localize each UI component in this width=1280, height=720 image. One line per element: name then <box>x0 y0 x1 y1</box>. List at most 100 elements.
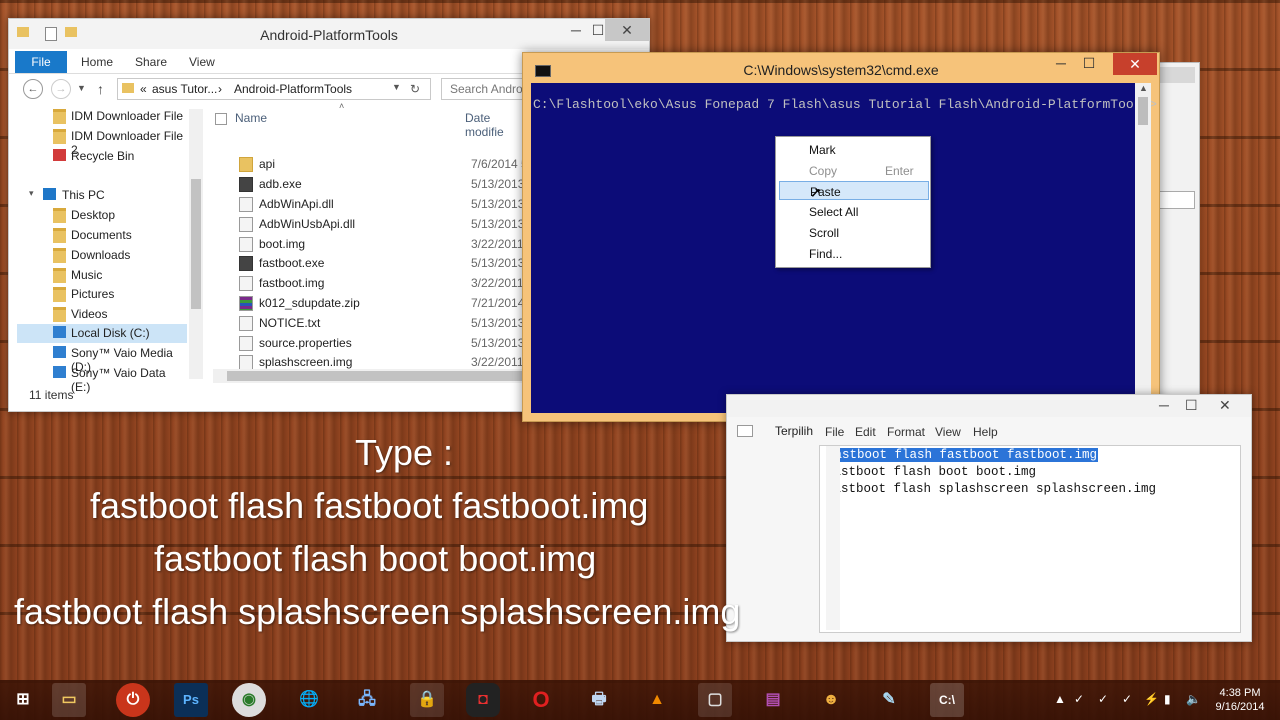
spy-icon[interactable]: ☻ <box>814 683 848 717</box>
address-overflow[interactable]: « <box>140 82 147 96</box>
address-crumb-tutorial[interactable]: asus Tutor... <box>152 82 217 96</box>
menu-item-mark[interactable]: Mark <box>779 140 927 159</box>
forward-arrow-icon[interactable]: → <box>51 79 71 99</box>
clock[interactable]: 4:38 PM 9/16/2014 <box>1208 686 1272 714</box>
nav-item-recycle-bin[interactable]: Recycle Bin <box>17 147 187 166</box>
file-row[interactable]: api 7/6/2014 5:5 <box>239 155 538 174</box>
minimize-button[interactable]: ─ <box>1159 397 1169 413</box>
nav-item-music[interactable]: Music <box>17 266 187 285</box>
cmd-icon[interactable]: C:\ <box>930 683 964 717</box>
nav-item-local-disk-c[interactable]: Local Disk (C:) <box>17 324 187 343</box>
checkbox-icon[interactable] <box>737 425 753 437</box>
power-plug-icon[interactable]: ⚡ <box>1144 692 1159 706</box>
scrollbar-thumb[interactable] <box>227 371 527 381</box>
address-crumb-current[interactable]: Android-PlatformTools <box>234 82 352 96</box>
file-row[interactable]: fastboot.img 3/22/2011 1 <box>239 274 534 293</box>
tray-icon[interactable]: ✓ <box>1098 692 1108 706</box>
show-hidden-icons[interactable]: ▲ <box>1054 692 1066 706</box>
notepad-text-area[interactable]: fastboot flash fastboot fastboot.img fas… <box>819 445 1241 633</box>
nav-item-this-pc[interactable]: ▾ This PC <box>17 186 187 205</box>
file-row[interactable]: AdbWinApi.dll 5/13/2013 1 <box>239 195 534 214</box>
globe-icon[interactable]: 🌐 <box>292 683 326 717</box>
nav-pane-scrollbar[interactable] <box>189 109 203 379</box>
folder-icon <box>53 268 66 283</box>
menu-item-copy[interactable]: Copy Enter <box>779 161 927 180</box>
nav-item-desktop[interactable]: Desktop <box>17 206 187 225</box>
close-button[interactable]: ✕ <box>1113 53 1157 75</box>
up-arrow-icon[interactable]: ↑ <box>97 81 104 97</box>
ribbon-tab-file[interactable]: File <box>15 51 67 73</box>
context-menu: Mark Copy Enter Paste ➚ Select All Scroll… <box>775 136 931 268</box>
opera-icon[interactable]: O <box>524 683 558 717</box>
power-icon[interactable]: ⏻ <box>116 683 150 717</box>
address-separator[interactable]: › <box>218 82 222 96</box>
menu-format[interactable]: Format <box>887 425 925 439</box>
recent-locations-icon[interactable]: ▼ <box>77 83 86 93</box>
menu-edit[interactable]: Edit <box>855 425 876 439</box>
file-explorer-icon[interactable]: ▭ <box>52 683 86 717</box>
nav-item-idm-downloader-file[interactable]: IDM Downloader File <box>17 107 187 126</box>
address-bar[interactable]: « asus Tutor... › Android-PlatformTools … <box>117 78 431 100</box>
lock-icon[interactable]: 🔒 <box>410 683 444 717</box>
vlc-icon[interactable]: ▲ <box>640 683 674 717</box>
close-button[interactable]: ✕ <box>1219 397 1231 414</box>
photoshop-icon[interactable]: Ps <box>174 683 208 717</box>
address-dropdown-icon[interactable]: ▼ <box>392 82 401 92</box>
refresh-icon[interactable]: ↻ <box>410 82 420 96</box>
scroll-up-icon[interactable]: ▲ <box>1139 83 1148 93</box>
background-dropdown[interactable] <box>1155 191 1195 209</box>
scrollbar-thumb[interactable] <box>191 179 201 309</box>
notepad-titlebar[interactable]: ─ ☐ ✕ <box>727 395 1251 417</box>
menu-help[interactable]: Help <box>973 425 998 439</box>
nav-item-documents[interactable]: Documents <box>17 226 187 245</box>
winrar-icon[interactable]: ▤ <box>756 683 790 717</box>
file-row[interactable]: k012_sdupdate.zip 7/21/2014 4 <box>239 294 534 313</box>
minimize-button[interactable]: ─ <box>1051 55 1071 71</box>
nav-item-downloads[interactable]: Downloads <box>17 246 187 265</box>
column-header-date[interactable]: Date modifie <box>465 111 529 139</box>
console-scrollbar[interactable]: ▲ ▼ <box>1135 83 1151 413</box>
menu-item-select-all[interactable]: Select All <box>779 202 927 221</box>
ribbon-tab-home[interactable]: Home <box>81 55 113 69</box>
tray-icon[interactable]: ✓ <box>1122 692 1132 706</box>
explorer-titlebar[interactable]: Android-PlatformTools ─ ☐ ✕ <box>9 19 649 49</box>
file-row[interactable]: boot.img 3/22/2011 1 <box>239 235 534 254</box>
printer-icon[interactable]: 🖶 <box>582 683 616 717</box>
menu-item-find[interactable]: Find... <box>779 244 927 263</box>
nav-item-idm-downloader-file-2[interactable]: IDM Downloader File 2 <box>17 127 187 157</box>
back-arrow-icon[interactable]: ← <box>23 79 43 99</box>
column-header-name[interactable]: Name <box>235 111 267 125</box>
expand-chevron-icon[interactable]: ▾ <box>29 188 34 199</box>
nav-item-vaio-media-d[interactable]: Sony™ Vaio Media (D:) <box>17 344 187 374</box>
select-all-checkbox[interactable] <box>215 113 227 125</box>
file-row[interactable]: fastboot.exe 5/13/2013 1 <box>239 254 534 273</box>
maximize-button[interactable]: ☐ <box>1079 55 1099 72</box>
volume-icon[interactable]: 🔈 <box>1186 692 1201 706</box>
file-row[interactable]: source.properties 5/13/2013 1 <box>239 334 534 353</box>
nav-item-pictures[interactable]: Pictures <box>17 285 187 304</box>
chrome-icon[interactable]: ◉ <box>232 683 266 717</box>
menu-item-scroll[interactable]: Scroll <box>779 223 927 242</box>
file-list-horizontal-scrollbar[interactable] <box>213 369 529 383</box>
nav-item-videos[interactable]: Videos <box>17 305 187 324</box>
ribbon-tab-view[interactable]: View <box>189 55 215 69</box>
media-player-icon[interactable]: ◘ <box>466 683 500 717</box>
menu-view[interactable]: View <box>935 425 961 439</box>
network-icon[interactable]: 🖧 <box>350 683 384 717</box>
maximize-button[interactable]: ☐ <box>1185 397 1198 414</box>
notepad-icon[interactable]: ✎ <box>872 683 906 717</box>
network-status-icon[interactable]: ▮ <box>1164 692 1171 706</box>
scrollbar-thumb[interactable] <box>1138 97 1148 125</box>
close-button[interactable]: ✕ <box>605 19 649 41</box>
window-icon[interactable]: ▢ <box>698 683 732 717</box>
file-row[interactable]: NOTICE.txt 5/13/2013 1 <box>239 314 534 333</box>
notepad-scrollbar[interactable] <box>826 446 840 630</box>
file-row[interactable]: AdbWinUsbApi.dll 5/13/2013 1 <box>239 215 534 234</box>
menu-file[interactable]: File <box>825 425 844 439</box>
menu-item-paste[interactable]: Paste ➚ <box>779 181 929 200</box>
file-row[interactable]: adb.exe 5/13/2013 1 <box>239 175 534 194</box>
nav-item-vaio-data-e[interactable]: Sony™ Vaio Data (E:) <box>17 364 187 394</box>
start-icon[interactable]: ⊞ <box>6 683 40 717</box>
tray-icon[interactable]: ✓ <box>1074 692 1084 706</box>
ribbon-tab-share[interactable]: Share <box>135 55 167 69</box>
